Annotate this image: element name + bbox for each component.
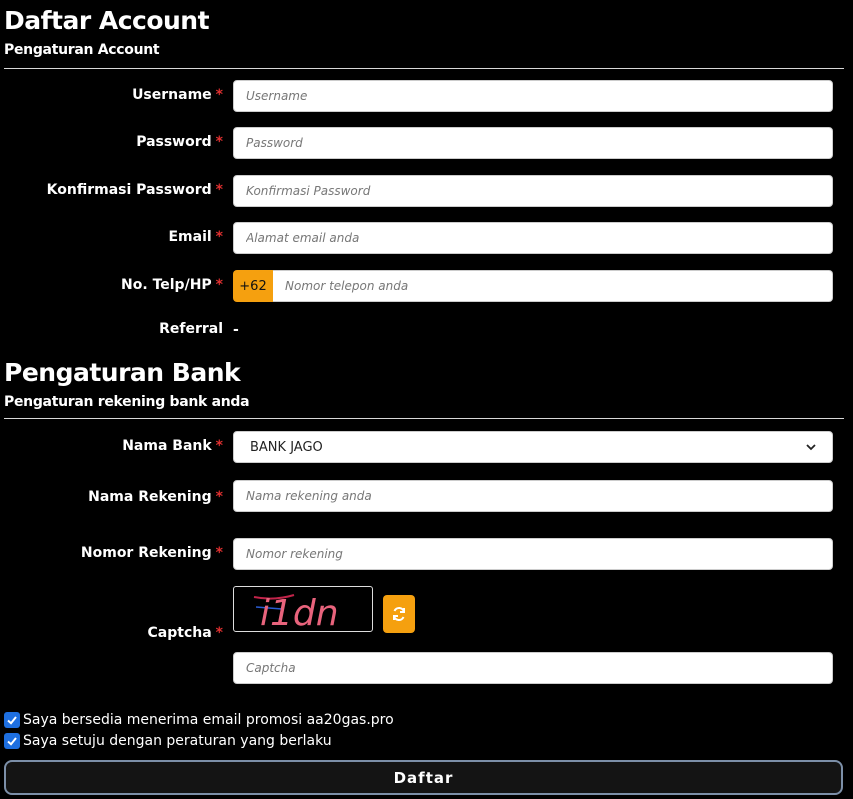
confirm-password-label: Konfirmasi Password * [46,182,223,198]
account-number-input[interactable] [233,538,833,570]
captcha-image: i1dn [233,586,373,632]
phone-prefix: +62 [233,270,273,302]
bank-select[interactable]: BANK JAGO [233,431,833,463]
phone-label: No. Telp/HP * [121,277,223,293]
terms-checkbox-row[interactable]: Saya setuju dengan peraturan yang berlak… [4,733,332,749]
bank-name-label: Nama Bank * [122,438,223,454]
refresh-icon [393,606,405,622]
divider [4,418,844,419]
page-title: Daftar Account [4,6,210,35]
captcha-refresh-button[interactable] [383,595,415,633]
check-icon [7,716,17,725]
username-input[interactable] [233,80,833,112]
referral-label: Referral [159,321,223,337]
captcha-input[interactable] [233,652,833,684]
terms-consent-label: Saya setuju dengan peraturan yang berlak… [23,733,332,749]
divider [4,68,844,69]
phone-input[interactable] [273,270,833,302]
password-label: Password * [136,134,223,150]
bank-subtitle: Pengaturan rekening bank anda [4,394,250,410]
promo-checkbox-row[interactable]: Saya bersedia menerima email promosi aa2… [4,712,394,728]
email-input[interactable] [233,222,833,254]
captcha-graphic: i1dn [253,593,339,632]
captcha-text: i1dn [260,593,339,632]
password-input[interactable] [233,127,833,159]
account-subtitle: Pengaturan Account [4,42,160,58]
confirm-password-input[interactable] [233,175,833,207]
email-label: Email * [168,229,223,245]
account-number-label: Nomor Rekening * [80,545,223,561]
checkbox-checked[interactable] [4,712,20,728]
register-submit-button[interactable]: Daftar [4,760,843,795]
chevron-down-icon [806,444,816,451]
checkbox-checked[interactable] [4,733,20,749]
account-name-input[interactable] [233,480,833,512]
referral-value: - [233,322,239,338]
account-name-label: Nama Rekening * [88,489,223,505]
captcha-label: Captcha * [147,625,223,641]
username-label: Username * [132,87,223,103]
promo-consent-label: Saya bersedia menerima email promosi aa2… [23,712,394,728]
phone-group: +62 [233,270,833,302]
bank-select-value: BANK JAGO [250,439,323,455]
check-icon [7,737,17,746]
bank-section-title: Pengaturan Bank [4,358,241,387]
